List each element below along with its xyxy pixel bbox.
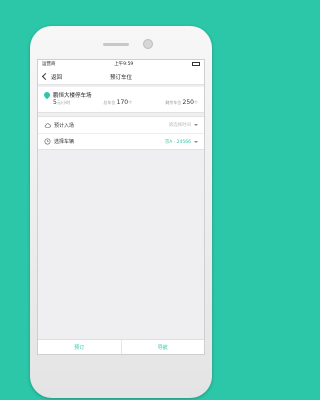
remaining-value: 250 (182, 99, 194, 106)
total-value: 170 (116, 99, 129, 106)
lot-name-row: 鹏恒大楼停车场 (42, 90, 198, 99)
phone-camera (143, 39, 153, 49)
arrival-time-label-group: 预计入场 (44, 122, 74, 129)
vehicle-row[interactable]: 选择车辆 京A · 24566 (38, 133, 204, 149)
reservation-form: 预计入场 请选择时间 选择车辆 京A · 24566 (38, 116, 204, 150)
total-label: 总车位 (103, 100, 116, 105)
lot-name: 鹏恒大楼停车场 (53, 92, 92, 99)
bottom-action-bar: 预订 导航 (38, 339, 204, 354)
price-stat: 5元/小时 (53, 99, 70, 106)
phone-frame: 运营商 上午9:59 返回 预订车位 鹏恒大楼停车场 5元/小时 总车位 170… (30, 26, 212, 398)
remaining-unit: 个 (194, 100, 198, 105)
app-screen: 运营商 上午9:59 返回 预订车位 鹏恒大楼停车场 5元/小时 总车位 170… (37, 59, 205, 355)
vehicle-select[interactable]: 京A · 24566 (165, 139, 198, 145)
cloud-icon (44, 122, 51, 128)
clock-icon (44, 138, 51, 145)
dropdown-caret-icon (194, 124, 198, 126)
nav-bar: 返回 预订车位 (38, 68, 204, 85)
total-stat: 总车位 170个 (103, 99, 132, 106)
price-unit: 元/小时 (56, 100, 71, 105)
remaining-label: 剩余车位 (165, 100, 182, 105)
parking-lot-card: 鹏恒大楼停车场 5元/小时 总车位 170个 剩余车位 250个 (38, 87, 204, 113)
battery-icon (191, 62, 200, 66)
page-title: 预订车位 (109, 74, 132, 81)
lot-stats: 5元/小时 总车位 170个 剩余车位 250个 (44, 99, 198, 109)
reserve-button[interactable]: 预订 (38, 340, 121, 354)
vehicle-label-group: 选择车辆 (44, 138, 74, 145)
arrival-time-label: 预计入场 (54, 122, 75, 129)
vehicle-label: 选择车辆 (54, 139, 75, 145)
total-unit: 个 (128, 100, 133, 105)
arrival-time-select[interactable]: 请选择时间 (168, 122, 198, 128)
phone-speaker (103, 43, 129, 46)
navigate-button[interactable]: 导航 (120, 340, 205, 354)
arrival-time-row[interactable]: 预计入场 请选择时间 (38, 117, 204, 133)
vehicle-plate: 京A · 24566 (164, 139, 191, 145)
dropdown-caret-icon (194, 140, 198, 143)
carrier-label: 运营商 (42, 62, 56, 67)
status-bar: 运营商 上午9:59 (38, 60, 204, 68)
arrival-time-placeholder: 请选择时间 (168, 123, 192, 128)
remaining-stat: 剩余车位 250个 (165, 99, 198, 106)
location-pin-icon (42, 90, 52, 99)
clock: 上午9:59 (114, 62, 134, 67)
